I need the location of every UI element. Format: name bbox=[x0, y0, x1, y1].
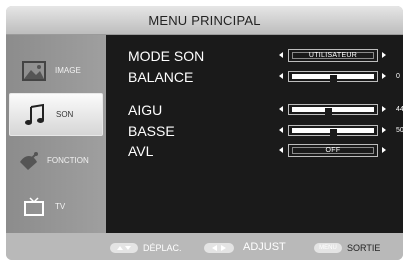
arrow-right-icon[interactable] bbox=[382, 127, 386, 133]
sidebar-item-tv[interactable]: TV bbox=[9, 185, 103, 228]
exit-label: SORTIE bbox=[347, 243, 381, 253]
slider-track bbox=[292, 74, 374, 82]
setting-label: AVL bbox=[128, 143, 154, 159]
mode-son-selector[interactable]: UTILISATEUR bbox=[288, 49, 378, 62]
avl-selector[interactable]: OFF bbox=[288, 144, 378, 157]
up-down-arrows-icon bbox=[110, 243, 138, 253]
music-note-icon bbox=[20, 102, 50, 128]
setting-row-aigu[interactable]: AIGU 44 bbox=[106, 101, 403, 119]
sidebar-item-son[interactable]: SON bbox=[9, 93, 103, 136]
avl-value: OFF bbox=[325, 147, 341, 154]
sidebar-item-label: SON bbox=[56, 110, 74, 119]
basse-slider[interactable] bbox=[288, 125, 378, 136]
aigu-slider[interactable] bbox=[288, 104, 378, 115]
slider-track bbox=[292, 128, 374, 136]
menu-key-label: MENU bbox=[319, 245, 337, 251]
setting-label: AIGU bbox=[128, 102, 163, 118]
arrow-left-icon[interactable] bbox=[279, 73, 283, 79]
menu-title-bar: MENU PRINCIPAL bbox=[6, 6, 403, 35]
basse-value: 50 bbox=[396, 127, 403, 134]
slider-track bbox=[292, 107, 374, 115]
slider-thumb[interactable] bbox=[330, 75, 337, 82]
slider-thumb[interactable] bbox=[330, 129, 337, 136]
tv-icon bbox=[19, 194, 49, 220]
mode-son-value: UTILISATEUR bbox=[308, 52, 358, 59]
move-label: DÉPLAC. bbox=[143, 243, 182, 253]
settings-panel: MODE SON UTILISATEUR BALANCE 0 AIGU 44 B… bbox=[106, 35, 403, 233]
menu-key-badge: MENU bbox=[314, 243, 342, 253]
setting-label: MODE SON bbox=[128, 48, 205, 64]
left-right-arrows-icon bbox=[204, 243, 234, 253]
setting-label: BALANCE bbox=[128, 69, 194, 85]
arrow-right-icon[interactable] bbox=[382, 147, 386, 153]
setting-row-basse[interactable]: BASSE 50 bbox=[106, 122, 403, 140]
arrow-left-icon[interactable] bbox=[279, 147, 283, 153]
satellite-icon bbox=[15, 148, 45, 174]
setting-row-mode-son[interactable]: MODE SON UTILISATEUR bbox=[106, 47, 403, 65]
sidebar-item-image[interactable]: IMAGE bbox=[9, 49, 103, 92]
balance-value: 0 bbox=[396, 73, 400, 80]
sidebar: IMAGE SON FONCTION TV bbox=[6, 35, 106, 233]
setting-row-avl[interactable]: AVL OFF bbox=[106, 142, 403, 160]
footer-help-bar: DÉPLAC. ADJUST MENU SORTIE bbox=[6, 233, 403, 260]
arrow-left-icon[interactable] bbox=[279, 106, 283, 112]
arrow-left-icon[interactable] bbox=[279, 52, 283, 58]
arrow-right-icon[interactable] bbox=[382, 106, 386, 112]
tv-osd-screen: MENU PRINCIPAL IMAGE SON FONCTION TV MOD… bbox=[0, 0, 409, 262]
osd-menu-frame: MENU PRINCIPAL IMAGE SON FONCTION TV MOD… bbox=[6, 6, 403, 260]
slider-thumb[interactable] bbox=[325, 108, 333, 115]
setting-row-balance[interactable]: BALANCE 0 bbox=[106, 68, 403, 86]
sidebar-item-fonction[interactable]: FONCTION bbox=[9, 139, 103, 182]
arrow-right-icon[interactable] bbox=[382, 52, 386, 58]
sidebar-item-label: IMAGE bbox=[55, 66, 81, 75]
adjust-label: ADJUST bbox=[243, 241, 286, 253]
balance-slider[interactable] bbox=[288, 71, 378, 82]
sidebar-item-label: TV bbox=[55, 202, 66, 211]
sidebar-item-label: FONCTION bbox=[47, 156, 89, 165]
picture-icon bbox=[19, 58, 49, 84]
arrow-left-icon[interactable] bbox=[279, 127, 283, 133]
setting-label: BASSE bbox=[128, 123, 175, 139]
menu-title: MENU PRINCIPAL bbox=[148, 12, 261, 28]
aigu-value: 44 bbox=[396, 106, 403, 113]
arrow-right-icon[interactable] bbox=[382, 73, 386, 79]
